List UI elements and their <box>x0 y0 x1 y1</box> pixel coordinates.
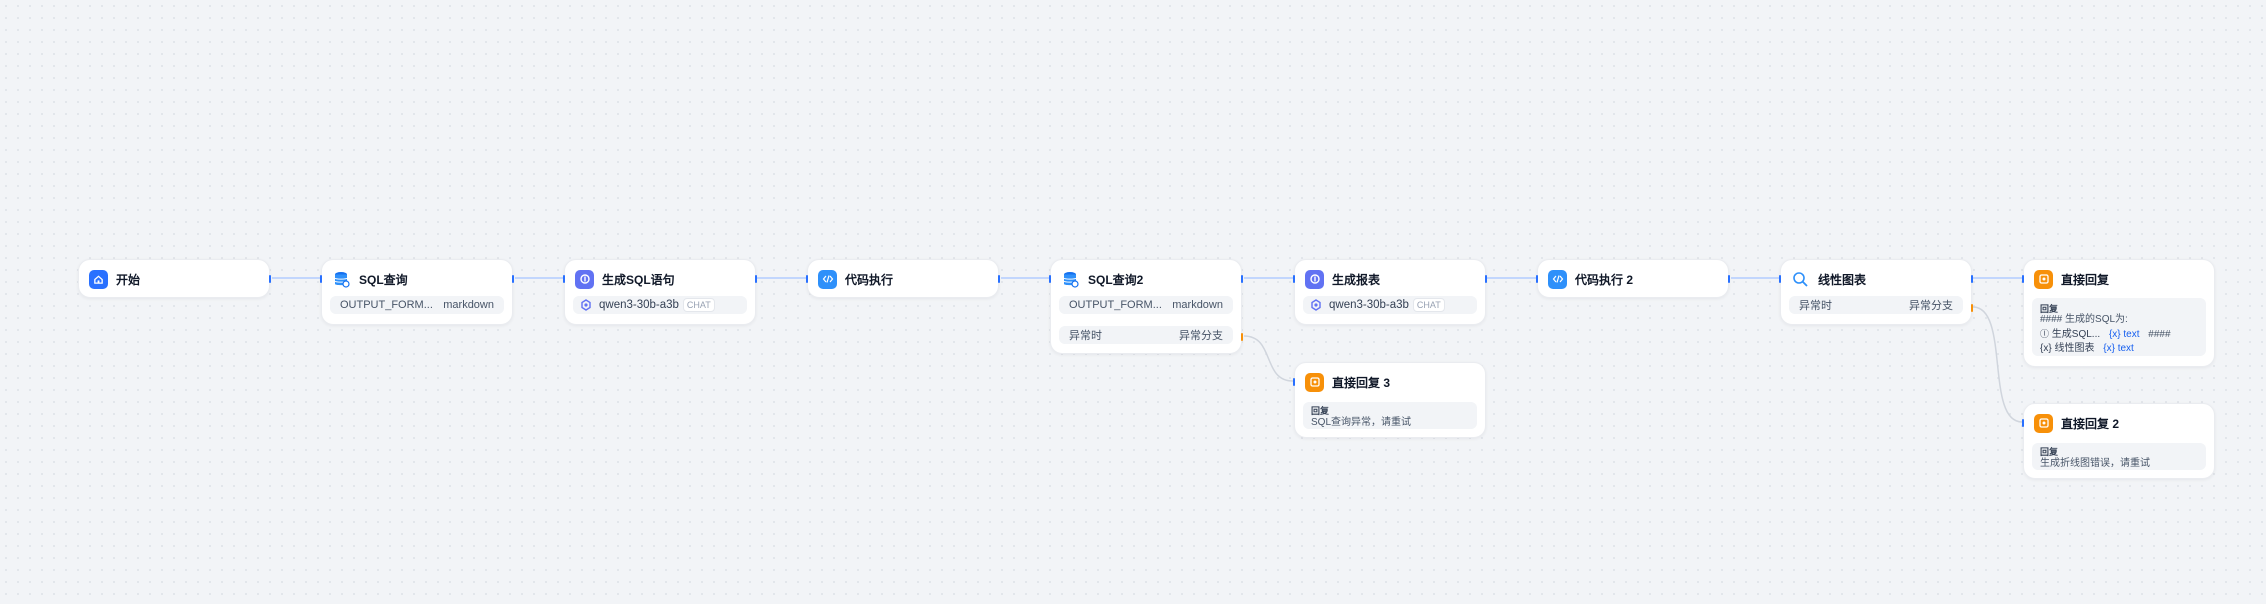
input-handle[interactable] <box>2022 419 2024 427</box>
input-handle[interactable] <box>1779 275 1781 283</box>
brain-icon <box>1305 269 1324 289</box>
code-icon <box>818 269 837 289</box>
node-title: 线性图表 <box>1818 272 1867 287</box>
node-gen-report[interactable]: 生成报表 qwen3-30b-a3b CHAT <box>1293 259 1487 325</box>
node-title: 生成SQL语句 <box>602 272 675 287</box>
node-gen-sql[interactable]: 生成SQL语句 qwen3-30b-a3b CHAT <box>563 259 757 325</box>
node-code-exec2[interactable]: 代码执行 2 <box>1536 259 1730 298</box>
node-title: 直接回复 <box>2061 272 2110 287</box>
node-sql-query[interactable]: SQL查询 OUTPUT_FORM... markdown <box>320 259 514 325</box>
input-handle[interactable] <box>563 275 565 283</box>
input-handle[interactable] <box>1293 275 1295 283</box>
input-handle[interactable] <box>1536 275 1538 283</box>
input-handle[interactable] <box>1049 275 1051 283</box>
node-reply3[interactable]: 直接回复 3 回复 SQL查询异常，请重试 <box>1293 362 1486 438</box>
reply-line-chart: {x} 线性图表 {x} text <box>2040 343 2134 354</box>
brain-icon <box>575 269 594 289</box>
home-icon <box>89 269 108 289</box>
exception-branch-row: 异常时 异常分支 <box>1059 326 1233 344</box>
brain-icon: ⓛ <box>2040 329 2050 339</box>
output-handle[interactable] <box>512 275 514 283</box>
reply-icon <box>2034 269 2053 289</box>
model-row[interactable]: qwen3-30b-a3b CHAT <box>1303 296 1477 314</box>
output-handle[interactable] <box>1241 275 1243 283</box>
chart-search-icon <box>1791 270 1810 289</box>
exception-branch-row: 异常时 异常分支 <box>1789 296 1963 314</box>
model-provider-icon <box>579 298 593 312</box>
reply-content: 回复 #### 生成的SQL为: ⓛ 生成SQL... {x} text ###… <box>2032 298 2206 356</box>
output-handle[interactable] <box>1971 275 1973 283</box>
output-format-row: OUTPUT_FORM... markdown <box>330 296 504 314</box>
output-format-row: OUTPUT_FORM... markdown <box>1059 296 1233 314</box>
mode-badge: CHAT <box>1412 298 1445 312</box>
reply-line-sql: ⓛ 生成SQL... {x} text #### <box>2040 329 2171 340</box>
node-reply2[interactable]: 直接回复 2 回复 生成折线图错误，请重试 <box>2022 403 2215 479</box>
model-provider-icon <box>1309 298 1323 312</box>
input-handle[interactable] <box>320 275 322 283</box>
node-title: 代码执行 2 <box>1575 272 1634 287</box>
exception-handle[interactable] <box>1971 304 1973 312</box>
exception-handle[interactable] <box>1241 333 1243 341</box>
reply-icon <box>1305 372 1324 392</box>
node-title: 生成报表 <box>1332 272 1381 287</box>
reply-icon <box>2034 413 2053 433</box>
node-title: SQL查询2 <box>1088 272 1144 287</box>
reply-content: 回复 生成折线图错误，请重试 <box>2032 443 2206 470</box>
output-handle[interactable] <box>1728 275 1730 283</box>
output-handle[interactable] <box>269 275 271 283</box>
database-icon <box>1061 270 1080 289</box>
edge-sql2-reply3 <box>1243 335 1294 382</box>
node-title: 开始 <box>116 272 141 287</box>
node-title: SQL查询 <box>359 272 408 287</box>
output-handle[interactable] <box>1485 275 1487 283</box>
node-title: 直接回复 2 <box>2061 416 2120 431</box>
node-title: 代码执行 <box>845 272 894 287</box>
node-start[interactable]: 开始 <box>78 259 271 298</box>
node-code-exec[interactable]: 代码执行 <box>806 259 1000 298</box>
input-handle[interactable] <box>806 275 808 283</box>
reply-content: 回复 SQL查询异常，请重试 <box>1303 402 1477 429</box>
model-row[interactable]: qwen3-30b-a3b CHAT <box>573 296 747 314</box>
input-handle[interactable] <box>2022 275 2024 283</box>
node-title: 直接回复 3 <box>1332 375 1391 390</box>
output-handle[interactable] <box>755 275 757 283</box>
node-sql-query2[interactable]: SQL查询2 OUTPUT_FORM... markdown 异常时 异常分支 <box>1049 259 1243 354</box>
node-line-chart[interactable]: 线性图表 异常时 异常分支 <box>1779 259 1973 325</box>
database-icon <box>332 270 351 289</box>
code-icon <box>1548 269 1567 289</box>
output-handle[interactable] <box>998 275 1000 283</box>
edge-chart-reply2 <box>1972 306 2023 423</box>
input-handle[interactable] <box>1293 378 1295 386</box>
node-reply[interactable]: 直接回复 回复 #### 生成的SQL为: ⓛ 生成SQL... {x} tex… <box>2022 259 2215 367</box>
mode-badge: CHAT <box>682 298 715 312</box>
